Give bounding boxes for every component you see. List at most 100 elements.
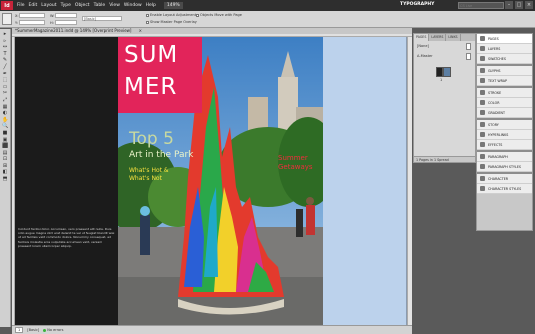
panel-gradient[interactable]: GRADIENT [477,108,532,118]
objects-move-with-page-checkbox[interactable]: Objects Move with Page [196,13,242,17]
panel-story[interactable]: STORY [477,120,532,130]
character-styles-icon [480,186,485,191]
top5-headline[interactable]: Top 5 [129,130,174,148]
tab-links[interactable]: LINKS [446,34,461,41]
rectangle-frame-tool-icon[interactable]: ⬚ [2,78,8,83]
title-line-1: SUM [124,42,179,68]
panel-swatches[interactable]: SWATCHES [477,54,532,64]
pages-icon [480,36,485,41]
panel-group: PAGES LAYERS SWATCHES [477,34,532,66]
art-in-park-subhead[interactable]: Art in the Park [129,150,193,160]
left-page[interactable]: Incidunt facilisi dolor. Accumsan, vero … [15,37,118,325]
selection-tool-icon[interactable]: ▸ [2,32,8,37]
tab-pages[interactable]: PAGES [414,34,430,41]
enable-layout-adjustment-checkbox[interactable]: Enable Layout Adjustment [146,13,196,17]
none-master-label[interactable]: [None] [417,44,429,48]
pen-tool-icon[interactable]: ✒ [2,71,8,77]
cover-page[interactable]: SUM MER Top 5 Art in the Park What's Hot… [118,37,323,325]
apply-none-icon[interactable]: ⊞ [2,163,8,169]
menu-help[interactable]: Help [146,3,156,8]
panel-hyperlinks[interactable]: HYPERLINKS [477,130,532,140]
color-icon [480,100,485,105]
panel-pages[interactable]: PAGES [477,34,532,44]
reference-point-icon[interactable] [2,13,12,25]
panel-character-styles[interactable]: CHARACTER STYLES [477,184,532,194]
close-button[interactable]: × [525,1,533,9]
control-panel: X: Y: W: H: [Basic] Enable Layout Adjust… [0,11,535,28]
rectangle-tool-icon[interactable]: ▭ [2,84,8,90]
a-master-thumb[interactable] [466,53,471,60]
normal-view-icon[interactable]: ◧ [2,170,8,175]
page-number-field[interactable]: 1 [15,327,24,333]
paragraph-icon [480,154,485,159]
menu-table[interactable]: Table [94,3,106,8]
panel-character[interactable]: CHARACTER [477,174,532,184]
panel-paragraph[interactable]: PARAGRAPH [477,152,532,162]
a-master-label[interactable]: A-Master [417,54,433,58]
left-page-body-text: Incidunt facilisi dolor. Accumsan, vero … [18,227,115,248]
apply-gradient-icon[interactable]: ⊡ [2,157,8,162]
scissors-tool-icon[interactable]: ✂ [2,91,8,96]
preflight-status[interactable]: No errors [43,328,63,332]
cs-live-search[interactable] [458,2,504,9]
pages-panel-tabs: PAGES LAYERS LINKS [414,34,475,41]
menu-view[interactable]: View [109,3,120,8]
page-spread-thumb[interactable] [436,67,452,77]
w-field[interactable] [55,13,77,18]
menu-edit[interactable]: Edit [29,3,38,8]
gradient-feather-tool-icon[interactable]: ◐ [2,111,8,116]
gradient-tool-icon[interactable]: ▦ [2,104,8,110]
menu-object[interactable]: Object [75,3,90,8]
apply-color-icon[interactable]: ▤ [2,150,8,156]
pencil-tool-icon[interactable]: ✎ [2,58,8,63]
app-logo: Id [1,1,13,10]
menu-type[interactable]: Type [61,3,71,8]
fill-swatch-icon[interactable]: ■ [2,130,8,136]
panel-glyphs[interactable]: GLYPHS [477,66,532,76]
y-field[interactable] [19,20,45,25]
layers-icon [480,46,485,51]
type-tool-icon[interactable]: T [2,51,8,57]
summer-getaways-blurb[interactable]: Summer Getaways [278,154,313,172]
effects-icon [480,142,485,147]
panel-effects[interactable]: EFFECTS [477,140,532,150]
summer-title-box[interactable]: SUM MER [118,37,202,113]
panel-layers[interactable]: LAYERS [477,44,532,54]
menu-file[interactable]: File [17,3,25,8]
none-master-thumb[interactable] [466,43,471,50]
stroke-icon [480,90,485,95]
panel-color[interactable]: COLOR [477,98,532,108]
tab-layers[interactable]: LAYERS [429,34,447,41]
right-blank-page[interactable] [323,37,407,325]
menu-bar: Id File Edit Layout Type Object Table Vi… [0,0,535,11]
zoom-tool-icon[interactable]: 🔍 [2,124,8,129]
object-style-select[interactable]: [Basic] [82,16,122,21]
formatting-container-icon[interactable]: ⬛ [2,144,8,149]
status-bar: 1 [Basic] No errors [12,325,412,334]
panel-text-wrap[interactable]: TEXT WRAP [477,76,532,86]
workspace-switcher[interactable]: TYPOGRAPHY [400,2,434,7]
zoom-level-select[interactable]: 149% [163,2,183,9]
hand-tool-icon[interactable]: ✋ [2,117,8,123]
indesign-window: Id File Edit Layout Type Object Table Vi… [0,0,535,334]
show-master-overlay-checkbox[interactable]: Show Master Page Overlay [146,20,197,24]
cover-page-thumb[interactable] [443,67,451,77]
line-tool-icon[interactable]: ╱ [2,64,8,70]
minimize-button[interactable]: – [505,1,513,9]
panel-stroke[interactable]: STROKE [477,88,532,98]
preview-view-icon[interactable]: ⬒ [2,177,8,182]
h-field[interactable] [55,20,77,25]
direct-selection-tool-icon[interactable]: ▹ [2,38,8,44]
free-transform-tool-icon[interactable]: ⤢ [2,97,8,103]
vertical-scrollbar[interactable] [407,37,412,325]
hot-not-blurb[interactable]: What's Hot & What's Not [129,167,169,182]
menu-layout[interactable]: Layout [41,3,56,8]
tools-panel: ▸ ▹ ↔ T ✎ ╱ ✒ ⬚ ▭ ✂ ⤢ ▦ ◐ ✋ 🔍 ■ ▣ ⬛ ▤ ⊡ … [0,29,11,327]
menu-window[interactable]: Window [124,3,142,8]
panel-paragraph-styles[interactable]: PARAGRAPH STYLES [477,162,532,172]
x-field[interactable] [19,13,45,18]
stroke-swatch-icon[interactable]: ▣ [2,137,8,143]
left-page-thumb[interactable] [436,67,443,77]
maximize-button[interactable]: □ [515,1,523,9]
page-tool-icon[interactable]: ↔ [2,45,8,50]
